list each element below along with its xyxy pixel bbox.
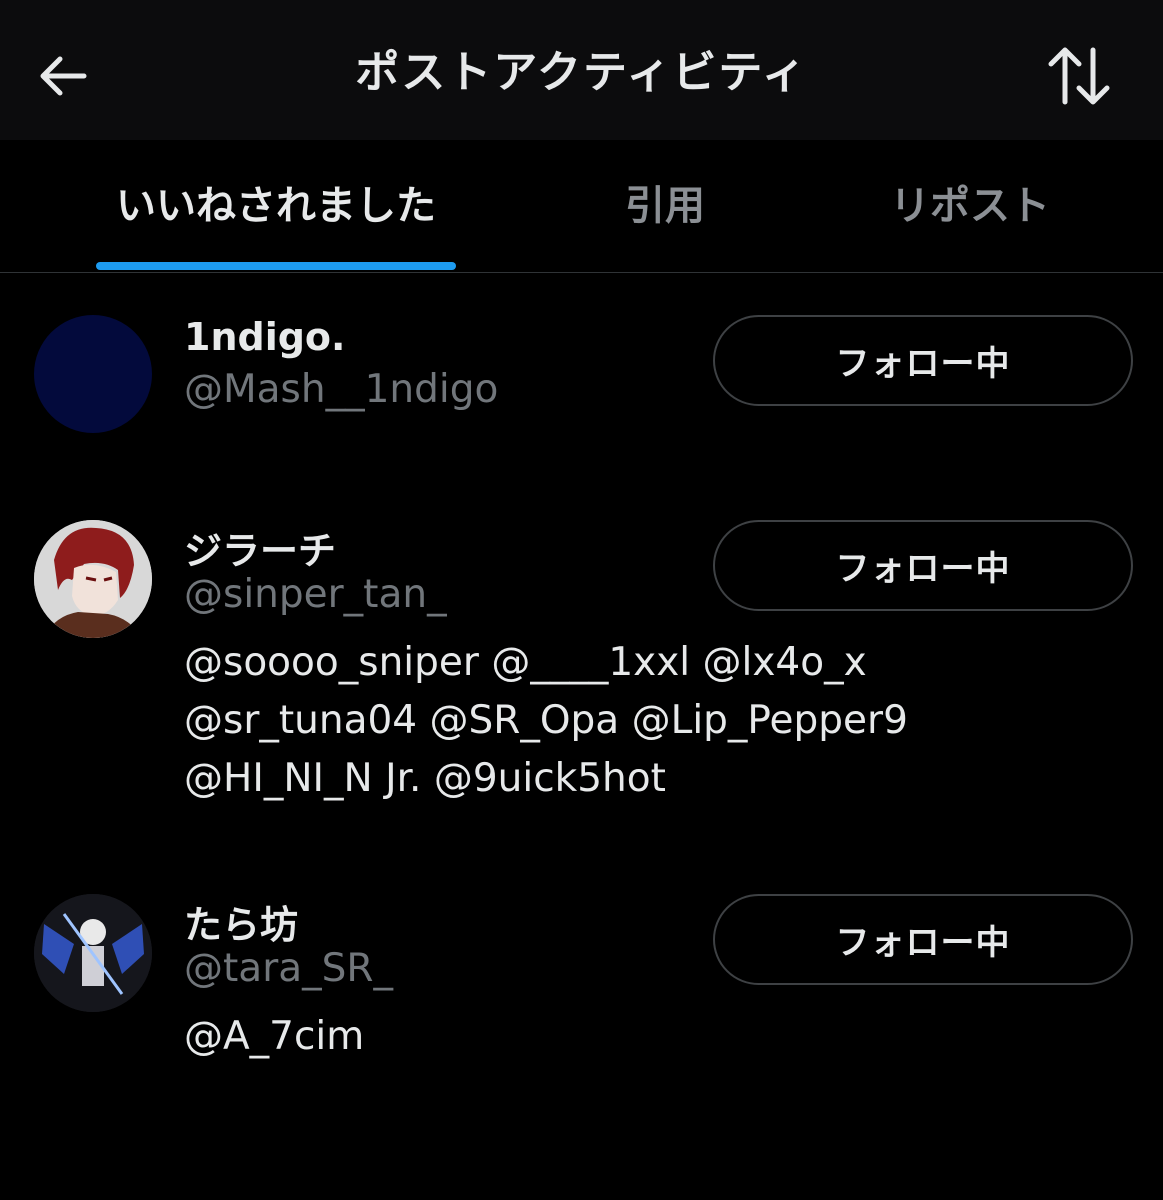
user-handle: @tara_SR_	[184, 946, 393, 991]
display-name[interactable]: たら坊	[184, 894, 298, 949]
following-button[interactable]: フォロー中	[713, 520, 1133, 611]
page-title-text: ポストアクティビティ	[355, 47, 808, 98]
bio-line: @A_7cim	[184, 1014, 365, 1059]
tab-reposts[interactable]: リポスト	[860, 140, 1080, 272]
bio-line: @soooo_sniper @____1xxl @lx4o_x	[184, 640, 867, 685]
tab-bar: いいねされました 引用 リポスト	[0, 140, 1163, 273]
display-name[interactable]: ジラーチ	[184, 520, 336, 575]
back-button[interactable]	[22, 36, 102, 116]
tab-quotes[interactable]: 引用	[565, 140, 765, 272]
top-bar: ポストアクティビティ	[0, 0, 1163, 140]
avatar[interactable]	[34, 520, 152, 638]
user-list-item[interactable]: ジラーチ @sinper_tan_ フォロー中 @soooo_sniper @_…	[0, 500, 1163, 820]
user-bio: @soooo_sniper @____1xxl @lx4o_x @sr_tuna…	[184, 634, 1104, 808]
sort-button[interactable]	[1030, 36, 1130, 116]
bio-line: @HI_NI_N Jr. @9uick5hot	[184, 756, 666, 801]
user-handle: @Mash__1ndigo	[184, 367, 499, 412]
display-name[interactable]: 1ndigo.	[184, 315, 345, 359]
avatar-illustration	[34, 520, 152, 638]
tab-liked[interactable]: いいねされました	[96, 140, 456, 272]
avatar[interactable]	[34, 894, 152, 1012]
user-list-item[interactable]: 1ndigo. @Mash__1ndigo フォロー中	[0, 300, 1163, 470]
following-button[interactable]: フォロー中	[713, 315, 1133, 406]
following-button[interactable]: フォロー中	[713, 894, 1133, 985]
bio-line: @sr_tuna04 @SR_Opa @Lip_Pepper9	[184, 698, 908, 743]
user-handle: @sinper_tan_	[184, 572, 447, 617]
back-arrow-icon	[40, 56, 87, 96]
active-tab-indicator	[96, 262, 456, 270]
sort-arrows-icon	[1048, 47, 1110, 105]
avatar[interactable]	[34, 315, 152, 433]
user-list-item[interactable]: たら坊 @tara_SR_ フォロー中 @A_7cim	[0, 874, 1163, 1074]
user-bio: @A_7cim	[184, 1008, 1104, 1066]
avatar-illustration	[34, 894, 152, 1012]
page-title: ポストアクティビティ	[0, 0, 1163, 150]
